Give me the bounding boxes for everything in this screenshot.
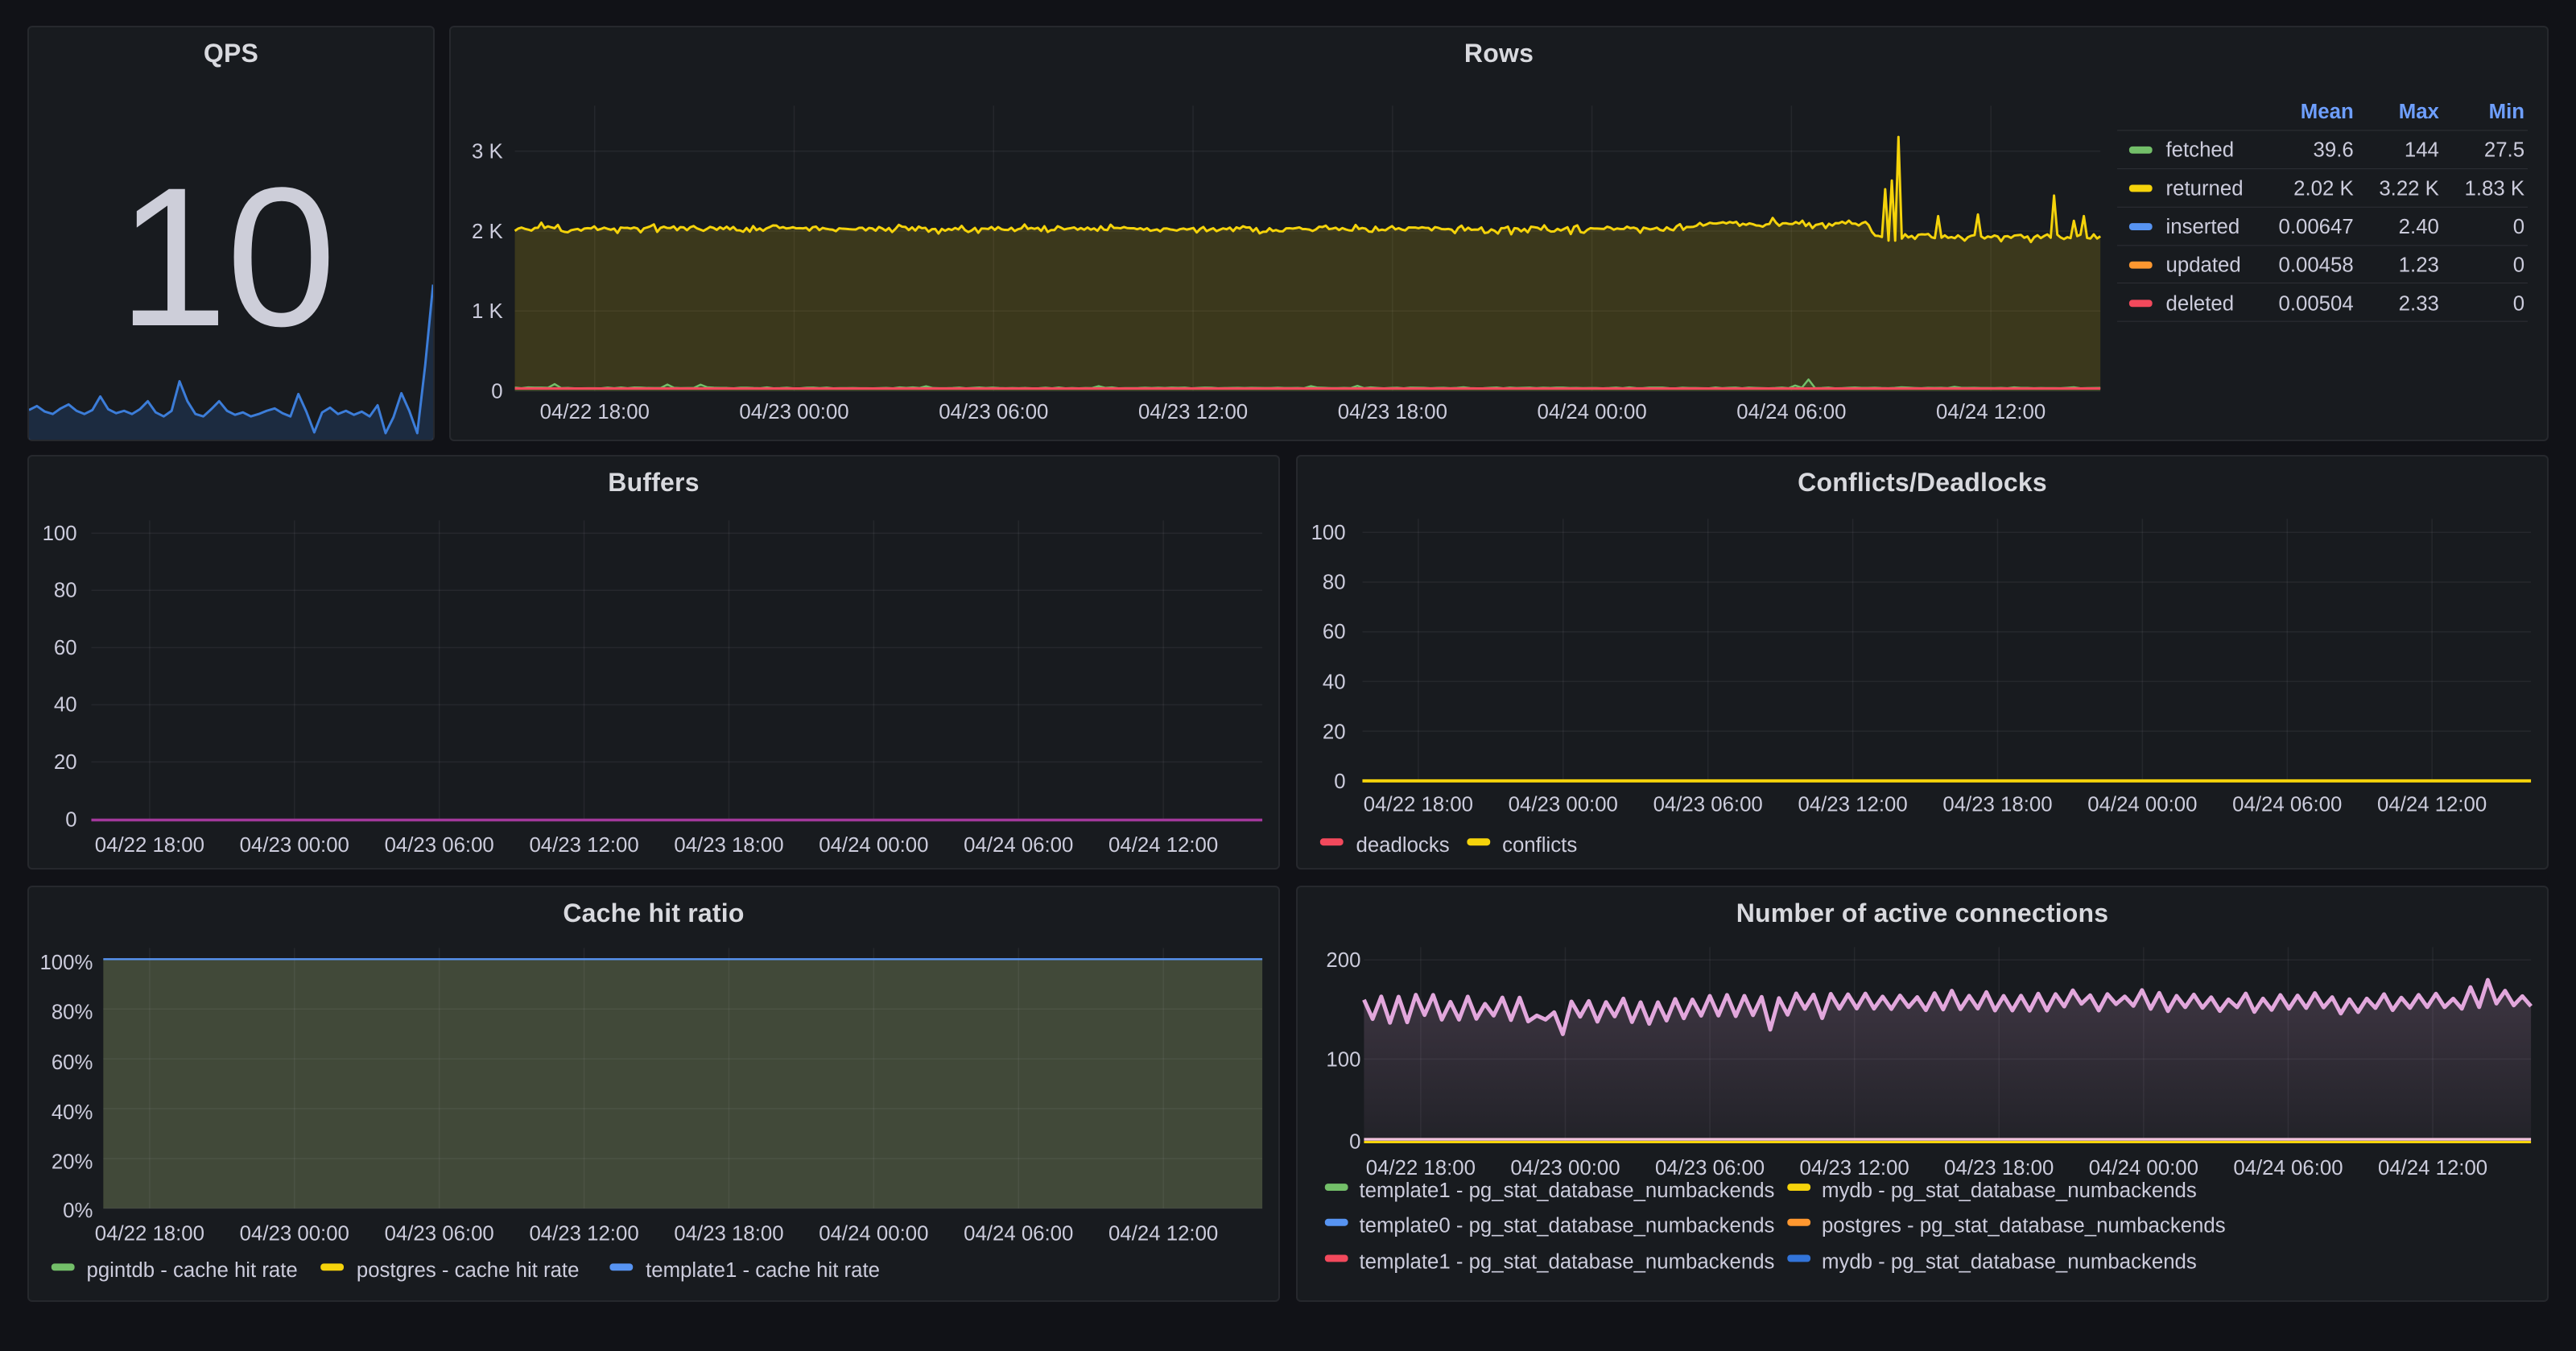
svg-text:0: 0	[491, 380, 502, 403]
svg-text:2.40: 2.40	[2399, 216, 2439, 238]
svg-text:04/24 12:00: 04/24 12:00	[1108, 834, 1218, 857]
svg-text:deadlocks: deadlocks	[1356, 834, 1450, 857]
svg-text:60: 60	[54, 637, 77, 659]
svg-text:100: 100	[1326, 1048, 1360, 1071]
svg-text:20%: 20%	[52, 1151, 93, 1173]
svg-text:04/22 18:00: 04/22 18:00	[95, 1223, 204, 1246]
svg-text:04/23 18:00: 04/23 18:00	[1944, 1157, 2054, 1180]
svg-text:inserted: inserted	[2166, 216, 2240, 238]
svg-text:04/24 06:00: 04/24 06:00	[1736, 401, 1846, 423]
svg-text:1.23: 1.23	[2399, 254, 2439, 277]
svg-text:04/23 00:00: 04/23 00:00	[240, 834, 349, 857]
svg-text:40%: 40%	[52, 1101, 93, 1124]
svg-text:04/22 18:00: 04/22 18:00	[1364, 794, 1473, 816]
svg-text:04/23 18:00: 04/23 18:00	[1338, 401, 1447, 423]
svg-text:100: 100	[1311, 522, 1346, 544]
svg-text:0.00504: 0.00504	[2279, 292, 2354, 315]
svg-text:updated: updated	[2166, 254, 2241, 277]
svg-text:04/24 12:00: 04/24 12:00	[1936, 401, 2046, 423]
svg-text:04/23 12:00: 04/23 12:00	[529, 834, 638, 857]
svg-text:04/24 00:00: 04/24 00:00	[819, 1223, 928, 1246]
svg-text:04/23 12:00: 04/23 12:00	[1800, 1157, 1909, 1180]
svg-text:0.00458: 0.00458	[2279, 254, 2354, 277]
svg-text:1 K: 1 K	[472, 300, 503, 323]
svg-text:60%: 60%	[52, 1051, 93, 1074]
svg-text:04/24 12:00: 04/24 12:00	[1108, 1223, 1218, 1246]
svg-text:04/23 06:00: 04/23 06:00	[1653, 794, 1763, 816]
svg-text:80: 80	[1323, 572, 1346, 594]
svg-text:04/23 12:00: 04/23 12:00	[529, 1223, 638, 1246]
svg-text:80: 80	[54, 580, 77, 602]
svg-text:04/24 00:00: 04/24 00:00	[819, 834, 928, 857]
svg-text:04/23 18:00: 04/23 18:00	[674, 1223, 783, 1246]
svg-text:04/22 18:00: 04/22 18:00	[540, 401, 650, 423]
svg-text:0: 0	[2513, 292, 2524, 315]
svg-text:04/24 12:00: 04/24 12:00	[2377, 794, 2487, 816]
svg-text:0: 0	[1349, 1130, 1360, 1153]
svg-text:04/22 18:00: 04/22 18:00	[1366, 1157, 1476, 1180]
svg-text:mydb - pg_stat_database_numbac: mydb - pg_stat_database_numbackends	[1822, 1250, 2197, 1273]
svg-text:deleted: deleted	[2166, 292, 2235, 315]
svg-text:04/23 06:00: 04/23 06:00	[939, 401, 1048, 423]
svg-text:04/23 18:00: 04/23 18:00	[1942, 794, 2052, 816]
svg-text:fetched: fetched	[2166, 139, 2235, 162]
svg-text:40: 40	[1323, 671, 1346, 694]
svg-text:04/23 00:00: 04/23 00:00	[240, 1223, 349, 1246]
svg-text:0: 0	[65, 808, 76, 831]
svg-text:0: 0	[2513, 216, 2524, 238]
svg-text:04/23 12:00: 04/23 12:00	[1138, 401, 1248, 423]
svg-text:Min: Min	[2489, 101, 2524, 123]
svg-text:0%: 0%	[63, 1200, 93, 1222]
svg-text:template0 - pg_stat_database_n: template0 - pg_stat_database_numbackends	[1359, 1215, 1774, 1237]
svg-text:mydb - pg_stat_database_numbac: mydb - pg_stat_database_numbackends	[1822, 1180, 2197, 1202]
svg-text:80%: 80%	[52, 1002, 93, 1024]
svg-text:template1 - pg_stat_database_n: template1 - pg_stat_database_numbackends	[1359, 1250, 1774, 1273]
svg-text:2 K: 2 K	[472, 221, 503, 243]
svg-text:0: 0	[1334, 771, 1345, 793]
svg-text:04/24 06:00: 04/24 06:00	[2233, 1157, 2343, 1180]
svg-text:returned: returned	[2166, 177, 2244, 200]
svg-text:04/23 06:00: 04/23 06:00	[1655, 1157, 1765, 1180]
svg-text:100: 100	[43, 523, 77, 545]
svg-text:2.33: 2.33	[2399, 292, 2439, 315]
svg-text:3.22 K: 3.22 K	[2379, 177, 2439, 200]
svg-text:40: 40	[54, 694, 77, 717]
svg-text:1.83 K: 1.83 K	[2464, 177, 2524, 200]
svg-text:04/23 00:00: 04/23 00:00	[739, 401, 848, 423]
svg-text:04/23 18:00: 04/23 18:00	[674, 834, 783, 857]
svg-text:20: 20	[54, 751, 77, 774]
svg-text:04/24 00:00: 04/24 00:00	[2089, 1157, 2198, 1180]
svg-text:pgintdb - cache hit rate: pgintdb - cache hit rate	[86, 1259, 297, 1282]
svg-text:100%: 100%	[39, 952, 93, 974]
svg-text:04/22 18:00: 04/22 18:00	[95, 834, 204, 857]
svg-text:20: 20	[1323, 721, 1346, 743]
svg-text:04/24 00:00: 04/24 00:00	[2087, 794, 2197, 816]
svg-text:27.5: 27.5	[2484, 139, 2524, 162]
svg-text:postgres - pg_stat_database_nu: postgres - pg_stat_database_numbackends	[1822, 1215, 2226, 1237]
svg-text:Max: Max	[2399, 101, 2440, 123]
svg-text:template1 - pg_stat_database_n: template1 - pg_stat_database_numbackends	[1359, 1180, 1774, 1202]
svg-text:04/23 00:00: 04/23 00:00	[1509, 794, 1618, 816]
svg-text:0: 0	[2513, 254, 2524, 277]
svg-text:04/24 06:00: 04/24 06:00	[964, 1223, 1073, 1246]
svg-text:postgres - cache hit rate: postgres - cache hit rate	[357, 1259, 580, 1282]
svg-text:3 K: 3 K	[472, 141, 503, 163]
svg-text:template1 - cache hit rate: template1 - cache hit rate	[646, 1259, 880, 1282]
svg-text:2.02 K: 2.02 K	[2293, 177, 2354, 200]
svg-text:04/23 06:00: 04/23 06:00	[385, 834, 494, 857]
svg-text:04/24 00:00: 04/24 00:00	[1537, 401, 1646, 423]
svg-text:0.00647: 0.00647	[2279, 216, 2354, 238]
svg-text:200: 200	[1326, 949, 1360, 972]
svg-text:60: 60	[1323, 621, 1346, 643]
svg-text:39.6: 39.6	[2314, 139, 2354, 162]
svg-text:04/24 06:00: 04/24 06:00	[2232, 794, 2342, 816]
svg-text:04/23 12:00: 04/23 12:00	[1798, 794, 1907, 816]
svg-text:144: 144	[2405, 139, 2439, 162]
svg-text:04/23 00:00: 04/23 00:00	[1510, 1157, 1620, 1180]
svg-text:04/24 06:00: 04/24 06:00	[964, 834, 1073, 857]
svg-text:conflicts: conflicts	[1502, 834, 1577, 857]
svg-text:Mean: Mean	[2301, 101, 2354, 123]
svg-text:04/24 12:00: 04/24 12:00	[2378, 1157, 2487, 1180]
svg-text:04/23 06:00: 04/23 06:00	[385, 1223, 494, 1246]
